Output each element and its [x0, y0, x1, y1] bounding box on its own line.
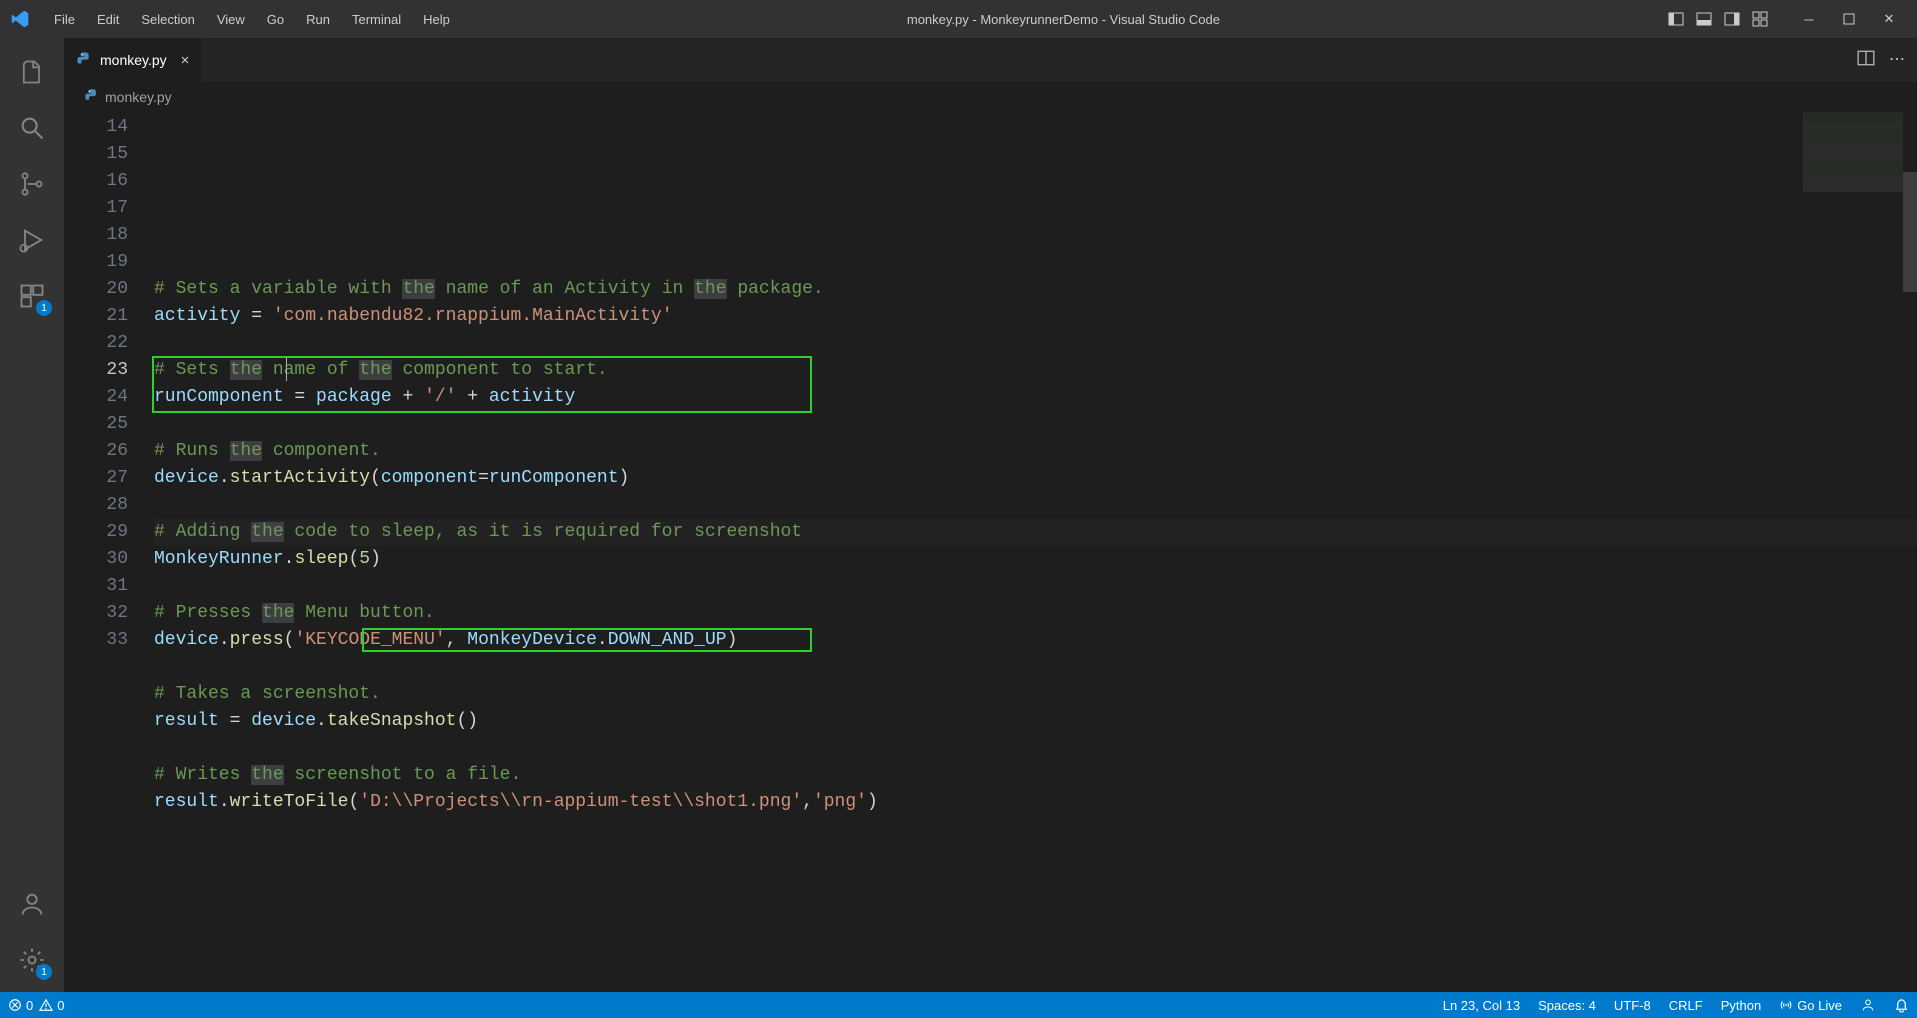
status-eol[interactable]: CRLF: [1669, 998, 1703, 1013]
accounts-icon[interactable]: [8, 880, 56, 928]
status-indentation[interactable]: Spaces: 4: [1538, 998, 1596, 1013]
tab-monkey-py[interactable]: monkey.py ×: [64, 38, 202, 82]
code-line-19[interactable]: [154, 411, 1917, 438]
tab-close-icon[interactable]: ×: [181, 52, 190, 69]
status-encoding[interactable]: UTF-8: [1614, 998, 1651, 1013]
minimize-button[interactable]: ─: [1789, 4, 1829, 34]
scrollbar[interactable]: [1903, 112, 1917, 992]
window-title: monkey.py - MonkeyrunnerDemo - Visual St…: [460, 12, 1667, 27]
code-line-23[interactable]: # Adding the code to sleep, as it is req…: [154, 519, 1917, 546]
code-line-20[interactable]: # Runs the component.: [154, 438, 1917, 465]
layout-controls: [1667, 10, 1769, 28]
python-file-icon: [84, 88, 99, 106]
minimap[interactable]: [1803, 112, 1903, 192]
code-line-31[interactable]: [154, 735, 1917, 762]
split-editor-icon[interactable]: [1857, 49, 1875, 72]
more-actions-icon[interactable]: ⋯: [1889, 49, 1905, 72]
menu-bar: FileEditSelectionViewGoRunTerminalHelp: [44, 6, 460, 33]
breadcrumb-file: monkey.py: [105, 89, 172, 105]
status-error-count: 0: [26, 998, 33, 1013]
titlebar: FileEditSelectionViewGoRunTerminalHelp m…: [0, 0, 1917, 38]
scrollbar-thumb[interactable]: [1903, 172, 1917, 292]
code-line-32[interactable]: # Writes the screenshot to a file.: [154, 762, 1917, 789]
status-go-live[interactable]: Go Live: [1779, 998, 1842, 1013]
status-warnings[interactable]: 0: [39, 998, 64, 1013]
code-line-29[interactable]: # Takes a screenshot.: [154, 681, 1917, 708]
status-language[interactable]: Python: [1721, 998, 1761, 1013]
run-debug-icon[interactable]: [8, 216, 56, 264]
layout-panel-bottom-icon[interactable]: [1695, 10, 1713, 28]
line-number-gutter: 1415161718192021222324252627282930313233: [64, 112, 154, 992]
menu-go[interactable]: Go: [257, 6, 294, 33]
menu-run[interactable]: Run: [296, 6, 340, 33]
code-line-33[interactable]: result.writeToFile('D:\\Projects\\rn-app…: [154, 789, 1917, 816]
code-line-30[interactable]: result = device.takeSnapshot(): [154, 708, 1917, 735]
layout-customize-icon[interactable]: [1751, 10, 1769, 28]
status-warning-count: 0: [57, 998, 64, 1013]
settings-badge: 1: [36, 964, 52, 980]
activity-bar: 1 1: [0, 38, 64, 992]
menu-selection[interactable]: Selection: [131, 6, 204, 33]
code-line-15[interactable]: activity = 'com.nabendu82.rnappium.MainA…: [154, 303, 1917, 330]
code-content[interactable]: # Sets a variable with the name of an Ac…: [154, 112, 1917, 992]
menu-file[interactable]: File: [44, 6, 85, 33]
vscode-logo-icon: [8, 7, 32, 31]
maximize-button[interactable]: [1829, 4, 1869, 34]
code-line-16[interactable]: [154, 330, 1917, 357]
status-errors[interactable]: 0: [8, 998, 33, 1013]
close-button[interactable]: ✕: [1869, 4, 1909, 34]
golive-label: Go Live: [1797, 998, 1842, 1013]
code-line-14[interactable]: # Sets a variable with the name of an Ac…: [154, 276, 1917, 303]
code-line-27[interactable]: device.press('KEYCODE_MENU', MonkeyDevic…: [154, 627, 1917, 654]
code-line-18[interactable]: runComponent = package + '/' + activity: [154, 384, 1917, 411]
settings-gear-icon[interactable]: 1: [8, 936, 56, 984]
text-cursor: [286, 357, 287, 381]
menu-edit[interactable]: Edit: [87, 6, 129, 33]
search-icon[interactable]: [8, 104, 56, 152]
menu-help[interactable]: Help: [413, 6, 460, 33]
explorer-icon[interactable]: [8, 48, 56, 96]
menu-view[interactable]: View: [207, 6, 255, 33]
code-line-28[interactable]: [154, 654, 1917, 681]
code-editor[interactable]: 1415161718192021222324252627282930313233…: [64, 112, 1917, 992]
code-line-21[interactable]: device.startActivity(component=runCompon…: [154, 465, 1917, 492]
status-cursor-position[interactable]: Ln 23, Col 13: [1443, 998, 1520, 1013]
code-line-24[interactable]: MonkeyRunner.sleep(5): [154, 546, 1917, 573]
status-bell-icon[interactable]: [1894, 998, 1909, 1013]
code-line-22[interactable]: [154, 492, 1917, 519]
code-line-17[interactable]: # Sets the name of the component to star…: [154, 357, 1917, 384]
status-bar: 0 0 Ln 23, Col 13 Spaces: 4 UTF-8 CRLF P…: [0, 992, 1917, 1018]
layout-panel-left-icon[interactable]: [1667, 10, 1685, 28]
source-control-icon[interactable]: [8, 160, 56, 208]
breadcrumb[interactable]: monkey.py: [64, 82, 1917, 112]
menu-terminal[interactable]: Terminal: [342, 6, 411, 33]
status-feedback-icon[interactable]: [1860, 997, 1876, 1013]
code-line-25[interactable]: [154, 573, 1917, 600]
code-line-26[interactable]: # Presses the Menu button.: [154, 600, 1917, 627]
editor-area: monkey.py × ⋯ monkey.py 1415161718192021…: [64, 38, 1917, 992]
extensions-icon[interactable]: 1: [8, 272, 56, 320]
tab-label: monkey.py: [100, 52, 167, 68]
tab-bar: monkey.py × ⋯: [64, 38, 1917, 82]
extensions-badge: 1: [36, 300, 52, 316]
layout-panel-right-icon[interactable]: [1723, 10, 1741, 28]
python-file-icon: [76, 51, 92, 70]
